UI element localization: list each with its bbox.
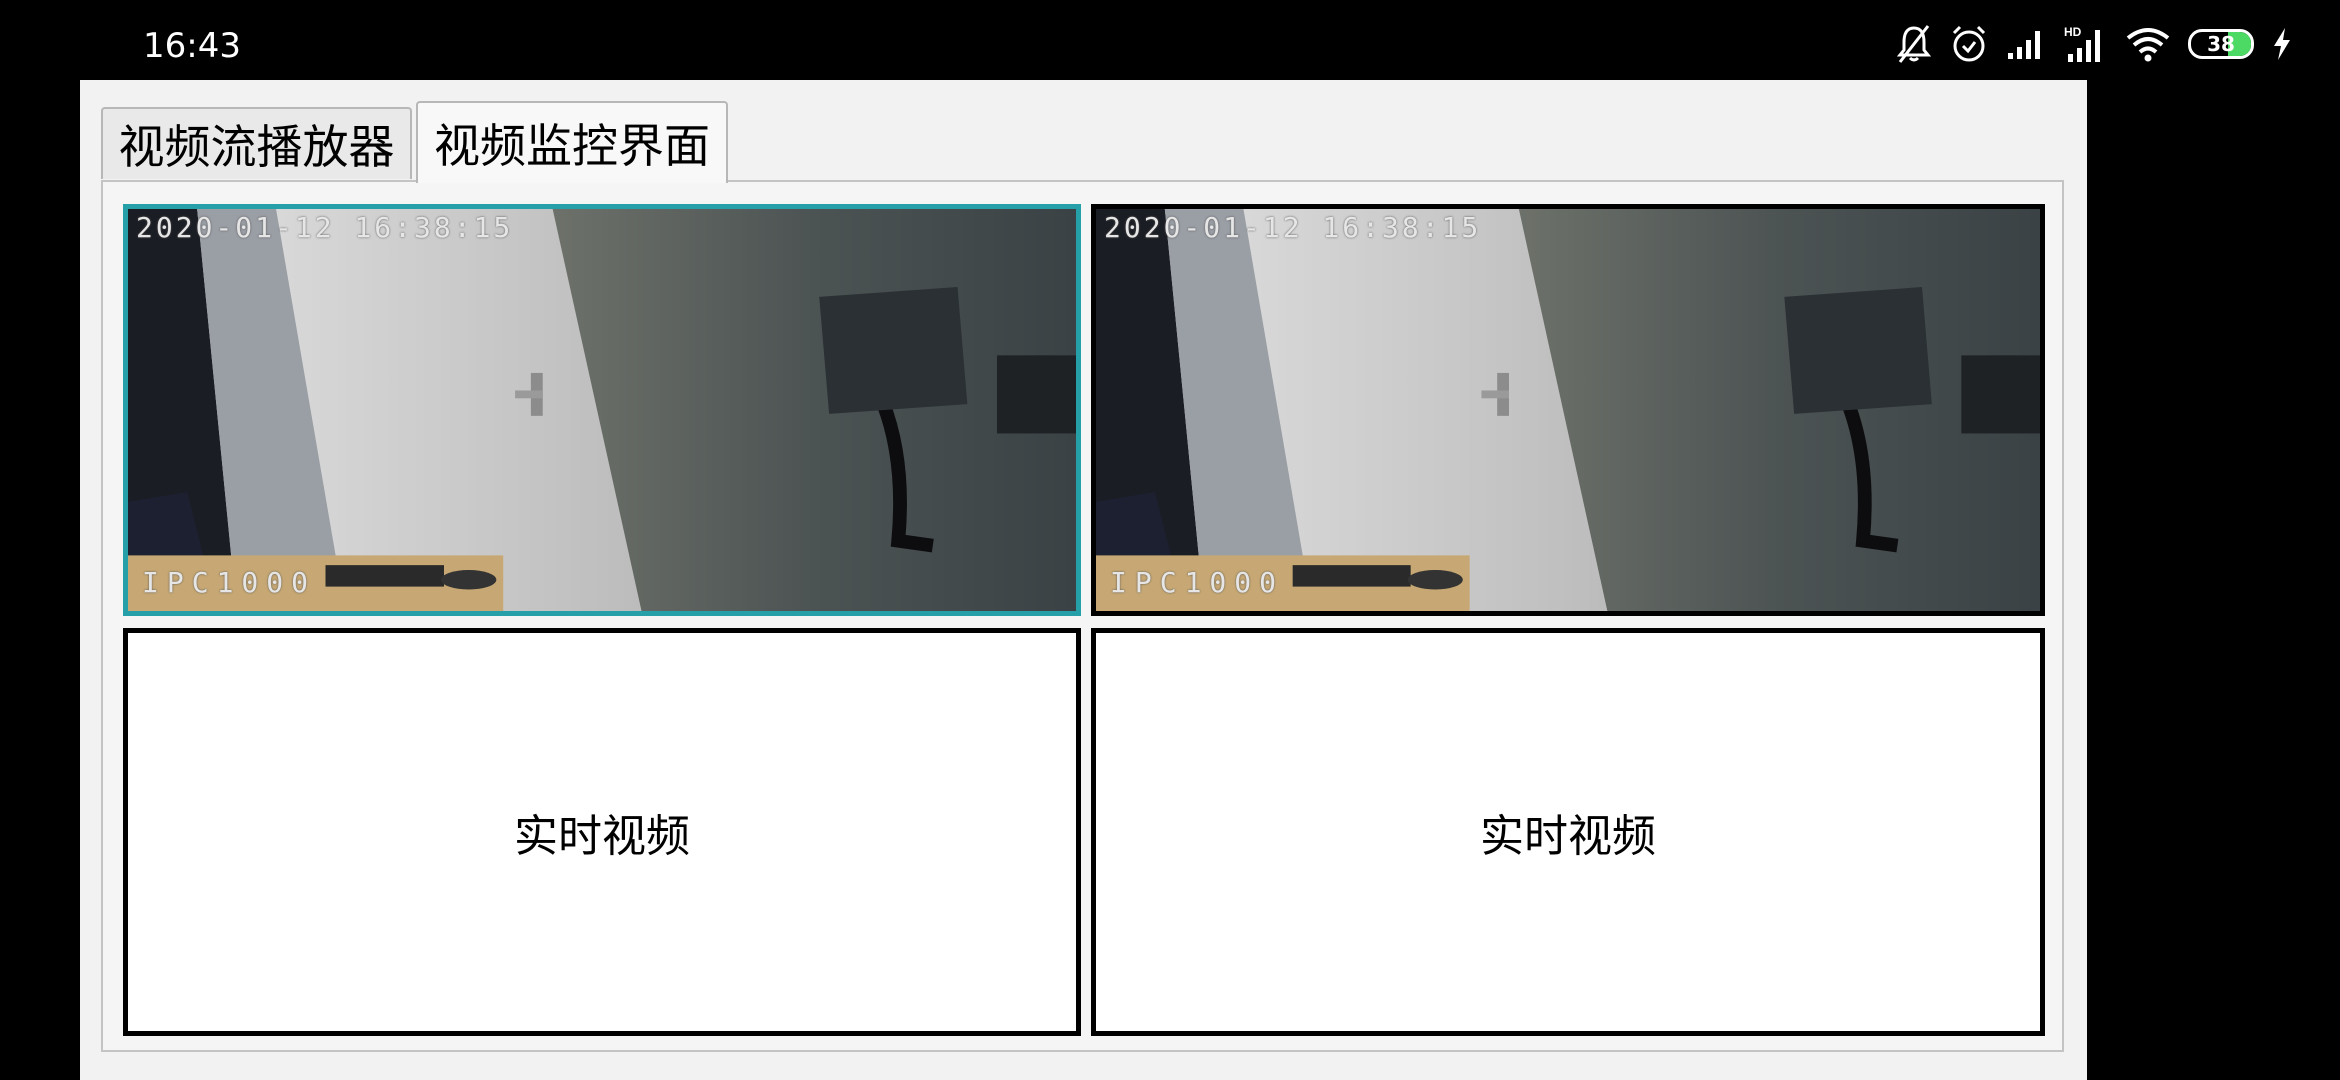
video-timestamp: 2020-01-12 16:38:15 (136, 211, 514, 244)
video-cell-1[interactable]: 2020-01-12 16:38:15 IPC1000 (123, 204, 1081, 616)
video-cell-4[interactable]: 实时视频 (1091, 628, 2045, 1036)
video-channel-label: IPC1000 (142, 566, 317, 599)
alarm-icon (1952, 25, 1986, 62)
status-icons: HD 38 (1896, 22, 2292, 66)
tab-video-monitor[interactable]: 视频监控界面 (416, 101, 728, 183)
battery-icon: 38 (2188, 29, 2254, 59)
tab-video-stream-player[interactable]: 视频流播放器 (101, 107, 412, 179)
hd-signal-icon: HD (2064, 25, 2100, 62)
camera-feed (128, 209, 1076, 611)
camera-feed (1096, 209, 2040, 611)
hd-label: HD (2064, 25, 2082, 39)
signal-icon (2008, 31, 2040, 59)
video-timestamp: 2020-01-12 16:38:15 (1104, 211, 1482, 244)
video-channel-label: IPC1000 (1110, 566, 1285, 599)
battery-level: 38 (2207, 32, 2235, 56)
realtime-video-label: 实时视频 (1480, 811, 1656, 862)
mute-icon (1896, 25, 1932, 63)
status-bar: 16:43 HD 38 (0, 0, 2340, 80)
charging-icon (2274, 28, 2290, 60)
realtime-video-label: 实时视频 (514, 811, 690, 862)
video-cell-3[interactable]: 实时视频 (123, 628, 1081, 1036)
wifi-icon (2126, 28, 2170, 62)
status-time: 16:43 (143, 26, 241, 66)
video-cell-2[interactable]: 2020-01-12 16:38:15 IPC1000 (1091, 204, 2045, 616)
